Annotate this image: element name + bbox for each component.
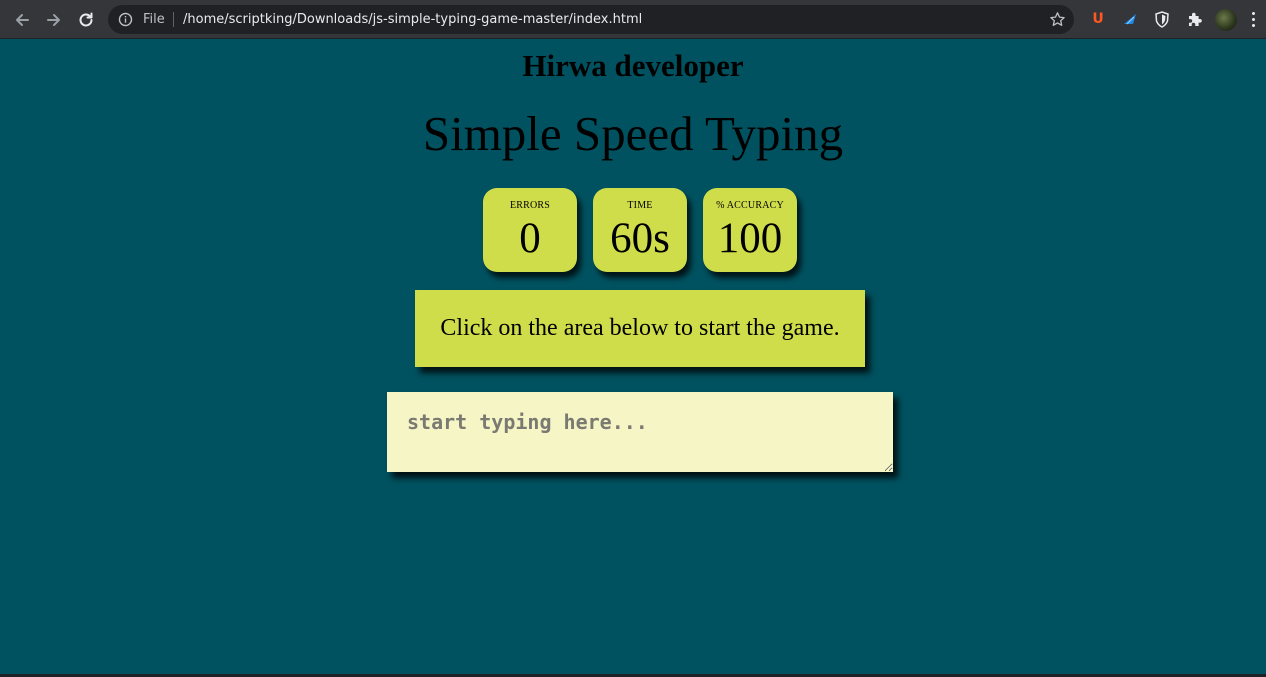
address-bar[interactable]: File /home/scriptking/Downloads/js-simpl…: [108, 5, 1074, 34]
page-title: Simple Speed Typing: [422, 106, 844, 161]
ublock-icon: U: [1092, 11, 1104, 27]
puzzle-extensions-icon: [1188, 12, 1202, 26]
quote-text: Click on the area below to start the gam…: [415, 290, 865, 367]
arrow-left-icon: [16, 14, 29, 26]
time-value: 60s: [610, 215, 670, 262]
errors-value: 0: [519, 215, 541, 262]
profile-avatar[interactable]: [1215, 9, 1237, 31]
bird-extension-button[interactable]: [1121, 10, 1139, 28]
url-text[interactable]: /home/scriptking/Downloads/js-simple-typ…: [183, 10, 642, 29]
shield-extension-icon: [1155, 10, 1169, 28]
errors-box: ERRORS 0: [483, 188, 577, 272]
time-label: TIME: [627, 200, 653, 211]
url-scheme-label: File: [143, 12, 165, 27]
reload-button[interactable]: [74, 8, 98, 32]
url-divider: [173, 12, 174, 27]
accuracy-label: % ACCURACY: [716, 200, 784, 211]
arrow-right-icon: [47, 14, 60, 26]
extensions-button[interactable]: [1185, 10, 1203, 28]
forward-button[interactable]: [42, 8, 66, 32]
shield-extension-button[interactable]: [1153, 10, 1171, 28]
more-vertical-icon[interactable]: [1252, 12, 1256, 28]
star-icon[interactable]: [1049, 11, 1066, 28]
back-button[interactable]: [10, 8, 34, 32]
bird-extension-icon: [1124, 14, 1136, 25]
typing-input[interactable]: [387, 392, 893, 472]
info-icon[interactable]: [118, 12, 133, 27]
accuracy-value: 100: [717, 215, 783, 262]
accuracy-box: % ACCURACY 100: [703, 188, 797, 272]
reload-icon: [79, 12, 93, 27]
ublock-extension-button[interactable]: U: [1089, 10, 1107, 28]
browser-toolbar: File /home/scriptking/Downloads/js-simpl…: [0, 0, 1266, 39]
time-box: TIME 60s: [593, 188, 687, 272]
author-heading: Hirwa developer: [522, 48, 744, 83]
errors-label: ERRORS: [509, 200, 551, 211]
